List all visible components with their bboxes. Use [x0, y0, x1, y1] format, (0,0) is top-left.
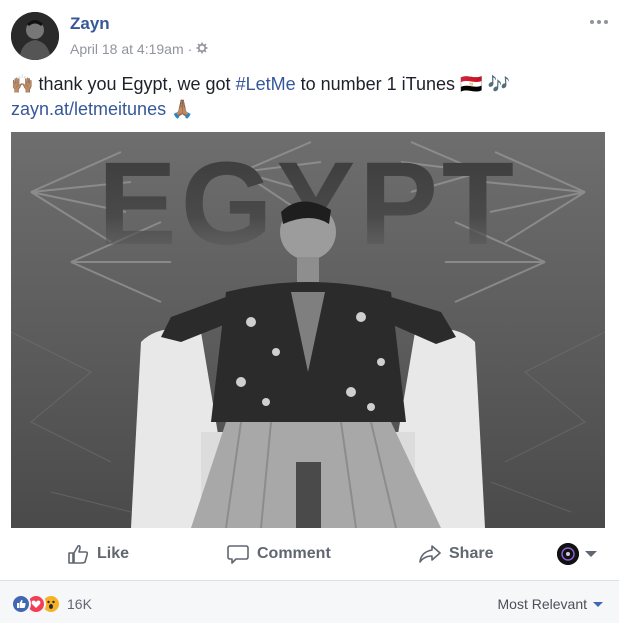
facebook-post: Zayn April 18 at 4:19am · 🙌🏽 thank you E…	[0, 0, 619, 623]
reactions-summary[interactable]: 16K	[11, 594, 92, 614]
music-notes-emoji: 🎶	[487, 74, 510, 94]
thumbs-up-icon	[68, 544, 89, 564]
sort-label: Most Relevant	[497, 596, 587, 612]
praying-hands-emoji: 🙏🏽	[171, 99, 194, 119]
share-button[interactable]: Share	[419, 536, 493, 572]
post-timestamp[interactable]: April 18 at 4:19am	[70, 41, 184, 57]
photo-artwork: EGYPT	[11, 132, 605, 528]
post-text: 🙌🏽 thank you Egypt, we got #LetMe to num…	[11, 72, 609, 122]
post-actions: Like Comment Share	[11, 536, 605, 572]
comment-label: Comment	[257, 545, 331, 562]
privacy-icon[interactable]	[196, 41, 208, 57]
share-arrow-icon	[419, 545, 441, 563]
chevron-down-icon	[593, 601, 603, 607]
egypt-flag-emoji: 🇪🇬	[460, 74, 483, 94]
comment-button[interactable]: Comment	[227, 536, 331, 572]
meta-separator: ·	[187, 41, 193, 57]
post-text-part1: thank you Egypt, we got	[38, 74, 236, 94]
hashtag-link[interactable]: #LetMe	[236, 74, 296, 94]
author-name[interactable]: Zayn	[70, 14, 110, 34]
comment-sort-dropdown[interactable]: Most Relevant	[498, 596, 603, 612]
author-avatar[interactable]	[11, 12, 59, 60]
reaction-count: 16K	[67, 596, 92, 612]
post-header: Zayn April 18 at 4:19am ·	[11, 12, 609, 62]
react-as-selector[interactable]	[557, 543, 597, 565]
raised-hands-emoji: 🙌🏽	[11, 74, 34, 94]
post-footer: 16K Most Relevant	[0, 580, 619, 623]
post-meta: April 18 at 4:19am ·	[70, 41, 208, 57]
like-label: Like	[97, 545, 130, 562]
like-button[interactable]: Like	[67, 536, 129, 572]
chevron-down-icon	[585, 551, 597, 557]
page-avatar	[557, 543, 579, 565]
share-label: Share	[449, 545, 494, 562]
more-dot	[590, 20, 594, 24]
post-text-part2: to number 1 iTunes	[295, 74, 461, 94]
post-link[interactable]: zayn.at/letmeitunes	[11, 99, 166, 119]
comment-bubble-icon	[227, 545, 249, 564]
post-photo[interactable]: EGYPT	[11, 132, 605, 528]
more-dot	[604, 20, 608, 24]
like-reaction-icon	[11, 594, 31, 614]
more-options-icon[interactable]	[589, 14, 609, 30]
more-dot	[597, 20, 601, 24]
